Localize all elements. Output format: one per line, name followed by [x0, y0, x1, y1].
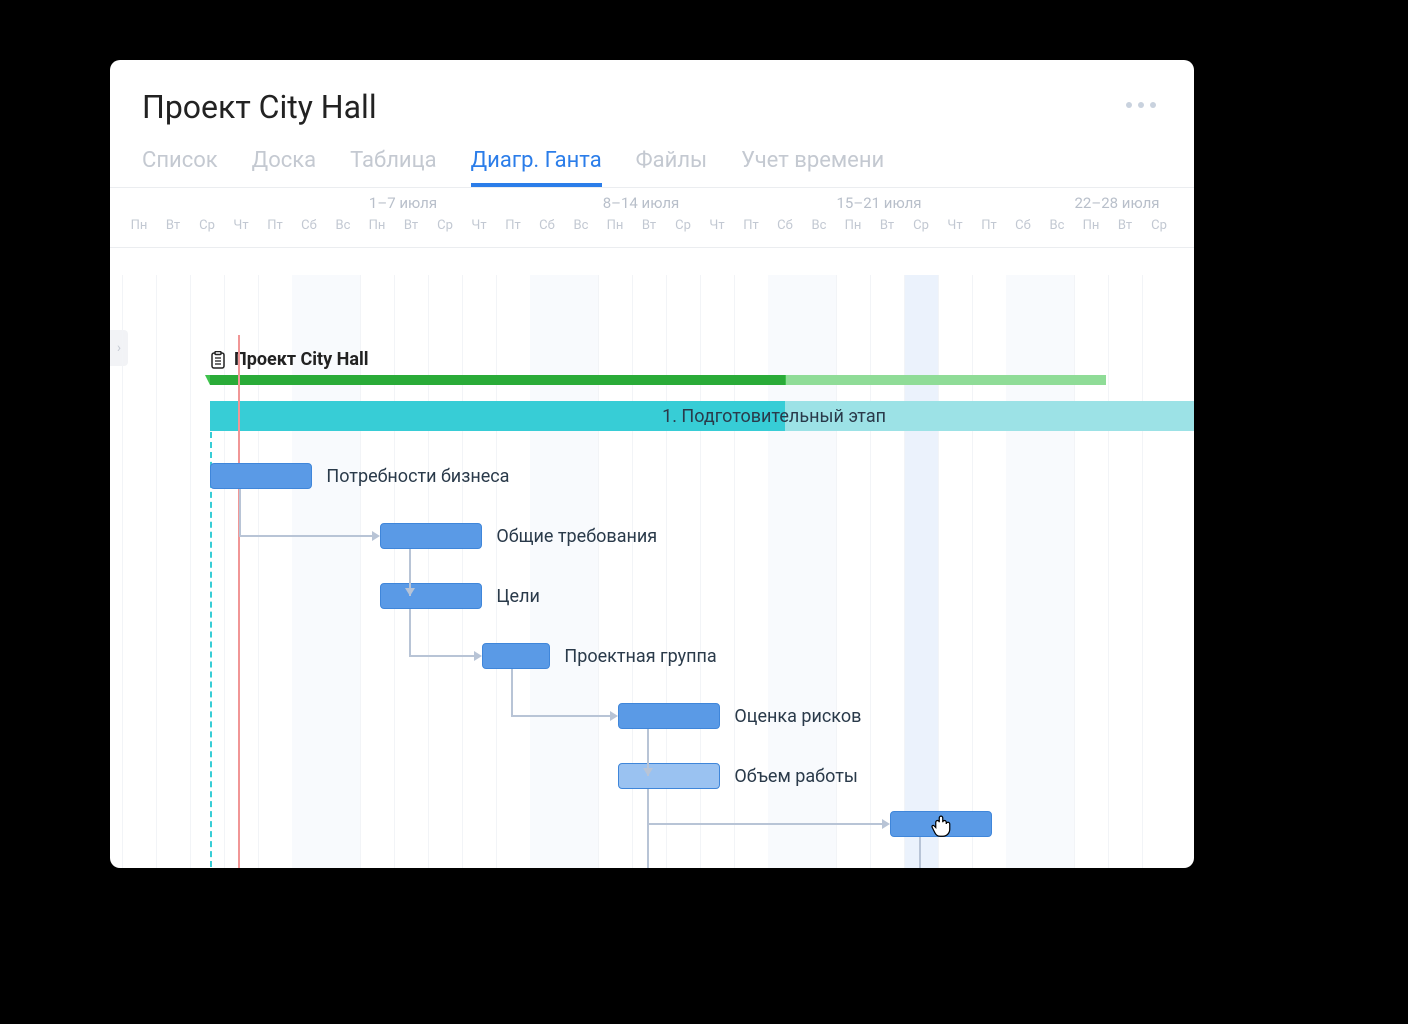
day-header: Вт: [1108, 218, 1142, 233]
day-header: Чт: [224, 218, 258, 233]
page-title: Проект City Hall: [142, 88, 377, 126]
tab-files[interactable]: Файлы: [636, 148, 707, 187]
task-label: Проектная группа: [564, 643, 716, 669]
task-label: Потребности бизнеса: [326, 463, 509, 489]
day-header: Чт: [462, 218, 496, 233]
grab-cursor-icon: [927, 810, 955, 838]
week-header: 22–28 июля: [998, 194, 1194, 212]
header: Проект City Hall: [110, 60, 1194, 126]
task-bar[interactable]: [618, 763, 720, 789]
phase-label: 1. Подготовительный этап: [650, 401, 886, 431]
day-header: Сб: [530, 218, 564, 233]
day-header: Вт: [156, 218, 190, 233]
day-header: Вт: [870, 218, 904, 233]
day-header: Чт: [938, 218, 972, 233]
project-summary-bar[interactable]: [210, 375, 1106, 385]
day-header: Пн: [836, 218, 870, 233]
day-header: Пт: [496, 218, 530, 233]
task-bar[interactable]: [380, 583, 482, 609]
day-header: Вс: [564, 218, 598, 233]
day-header: Пт: [972, 218, 1006, 233]
day-header: Пн: [1074, 218, 1108, 233]
more-menu[interactable]: [1126, 88, 1162, 108]
tab-list[interactable]: Список: [142, 148, 218, 187]
gantt-chart[interactable]: Проект City Hall 1. Подготовительный эта…: [122, 335, 1194, 868]
week-header: 1–7 июля: [284, 194, 522, 212]
clipboard-icon: [210, 351, 226, 369]
tab-board[interactable]: Доска: [252, 148, 316, 187]
day-header: Пн: [598, 218, 632, 233]
week-header: 8–14 июля: [522, 194, 760, 212]
day-header: Сб: [768, 218, 802, 233]
day-header: Вс: [326, 218, 360, 233]
timeline-header: 1–7 июля8–14 июля15–21 июля22–28 июля Пн…: [110, 188, 1194, 248]
tab-time[interactable]: Учет времени: [741, 148, 884, 187]
task-bar[interactable]: [482, 643, 550, 669]
day-header: Пн: [122, 218, 156, 233]
tab-gantt[interactable]: Диагр. Ганта: [471, 148, 602, 187]
chevron-right-icon: ›: [117, 340, 121, 356]
phase-bar[interactable]: 1. Подготовительный этап: [210, 401, 1194, 431]
day-header: Чт: [700, 218, 734, 233]
day-header: Ср: [190, 218, 224, 233]
view-tabs: Список Доска Таблица Диагр. Ганта Файлы …: [110, 126, 1194, 188]
task-label: Цели: [496, 583, 540, 609]
tab-table[interactable]: Таблица: [350, 148, 436, 187]
day-header: Пт: [258, 218, 292, 233]
day-header: Вс: [802, 218, 836, 233]
day-header: Сб: [1006, 218, 1040, 233]
day-header: Вт: [632, 218, 666, 233]
task-bar[interactable]: [380, 523, 482, 549]
day-header: Вт: [394, 218, 428, 233]
task-bar[interactable]: [618, 703, 720, 729]
today-marker: [238, 335, 240, 868]
day-header: Ср: [428, 218, 462, 233]
day-header: Ср: [666, 218, 700, 233]
week-header: 15–21 июля: [760, 194, 998, 212]
task-label: Объем работы: [734, 763, 857, 789]
task-label: Оценка рисков: [734, 703, 861, 729]
task-label: Общие требования: [496, 523, 657, 549]
day-header: Ср: [1142, 218, 1176, 233]
project-row[interactable]: Проект City Hall: [210, 349, 369, 370]
day-header: Пт: [734, 218, 768, 233]
project-window: Проект City Hall Список Доска Таблица Ди…: [110, 60, 1194, 868]
day-header: Пн: [360, 218, 394, 233]
day-header: Ср: [904, 218, 938, 233]
day-header: Вс: [1040, 218, 1074, 233]
task-bar[interactable]: [210, 463, 312, 489]
project-name: Проект City Hall: [234, 349, 369, 370]
day-header: Сб: [292, 218, 326, 233]
